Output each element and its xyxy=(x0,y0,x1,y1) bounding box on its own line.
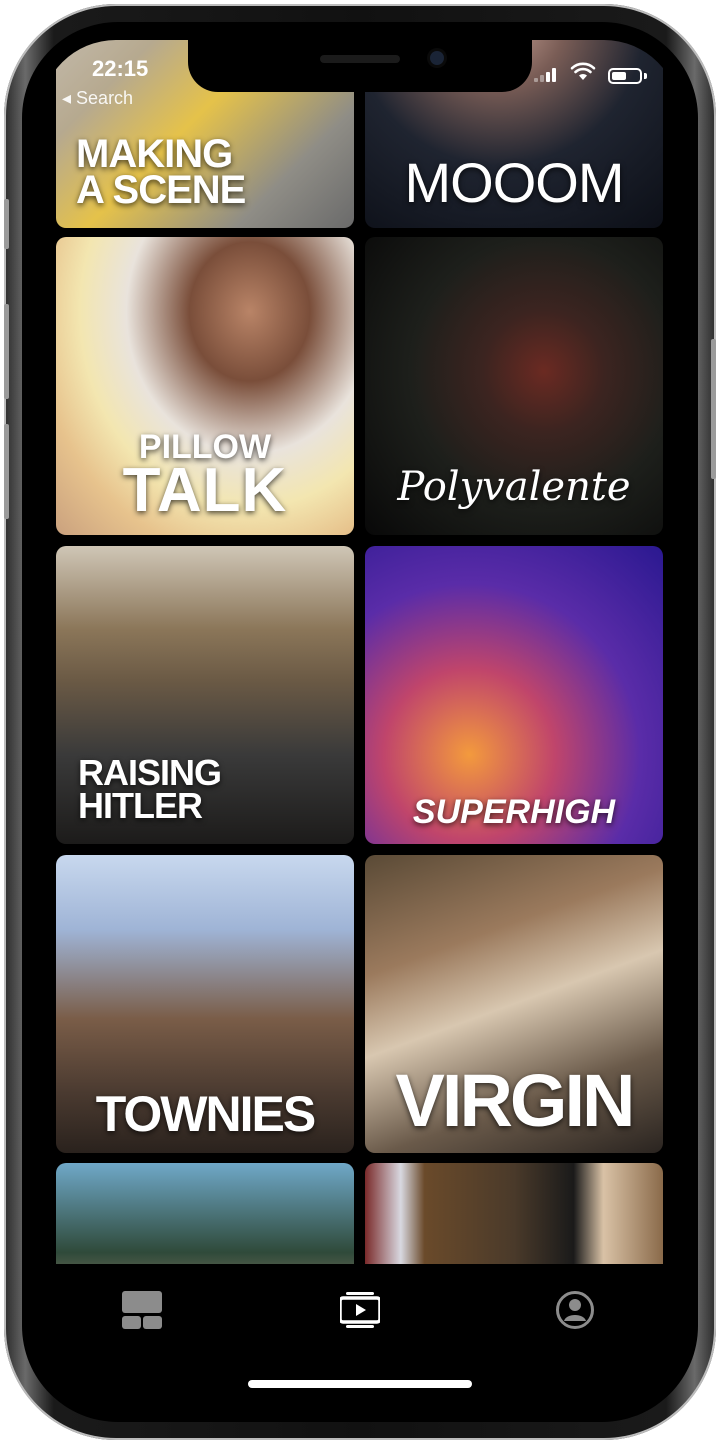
movie-title-line: HITLER xyxy=(78,784,203,826)
status-time: 22:15 xyxy=(92,56,149,81)
notch xyxy=(188,40,532,92)
tab-browse[interactable] xyxy=(112,1280,172,1340)
profile-icon xyxy=(556,1291,594,1329)
movie-title: Polyvalente xyxy=(397,464,631,510)
grid-icon xyxy=(122,1291,162,1329)
movie-title: MOOOM xyxy=(404,150,625,214)
signal-icon xyxy=(534,68,556,82)
movie-title-line: A SCENE xyxy=(76,168,246,212)
movie-tile-raising-hitler[interactable]: RAISING HITLER xyxy=(56,546,354,844)
movie-title: VIRGIN xyxy=(395,1059,636,1143)
movie-grid[interactable]: MAKING A SCENE MOOOM PILLOW TALK Polyval… xyxy=(40,40,680,1264)
tab-videos[interactable] xyxy=(330,1280,390,1340)
movie-title-line: MAKING xyxy=(76,132,233,176)
movie-tile-partial[interactable] xyxy=(365,1163,663,1264)
movie-title: SUPERHIGH xyxy=(412,793,616,832)
back-to-search-link[interactable]: ◂ Search xyxy=(62,88,133,109)
movie-tile-pillow-talk[interactable]: PILLOW TALK xyxy=(56,237,354,535)
movie-tile-partial[interactable] xyxy=(56,1163,354,1264)
movie-tile-superhigh[interactable]: SUPERHIGH xyxy=(365,546,663,844)
volume-up-button xyxy=(4,304,9,399)
movie-tile-polyvalente[interactable]: Polyvalente xyxy=(365,237,663,535)
tab-bar xyxy=(40,1264,680,1404)
app-screen: MAKING A SCENE MOOOM PILLOW TALK Polyval… xyxy=(40,40,680,1404)
speaker-grille xyxy=(320,55,400,63)
mute-switch xyxy=(4,199,9,249)
movie-tile-virgin[interactable]: VIRGIN xyxy=(365,855,663,1153)
status-bar: 22:15 ◂ Search xyxy=(40,40,680,120)
video-icon xyxy=(340,1292,380,1328)
tab-profile[interactable] xyxy=(545,1280,605,1340)
volume-down-button xyxy=(4,424,9,519)
movie-title-line: TALK xyxy=(122,456,288,526)
movie-title: MAKING A SCENE xyxy=(76,132,354,212)
movie-title: TOWNIES xyxy=(95,1086,316,1142)
power-button xyxy=(711,339,716,479)
home-indicator[interactable] xyxy=(248,1380,472,1388)
battery-tip xyxy=(644,73,647,79)
battery-icon xyxy=(608,68,642,84)
movie-tile-townies[interactable]: TOWNIES xyxy=(56,855,354,1153)
movie-title: RAISING HITLER xyxy=(78,754,354,826)
wifi-icon xyxy=(570,62,596,80)
front-camera xyxy=(430,51,444,65)
